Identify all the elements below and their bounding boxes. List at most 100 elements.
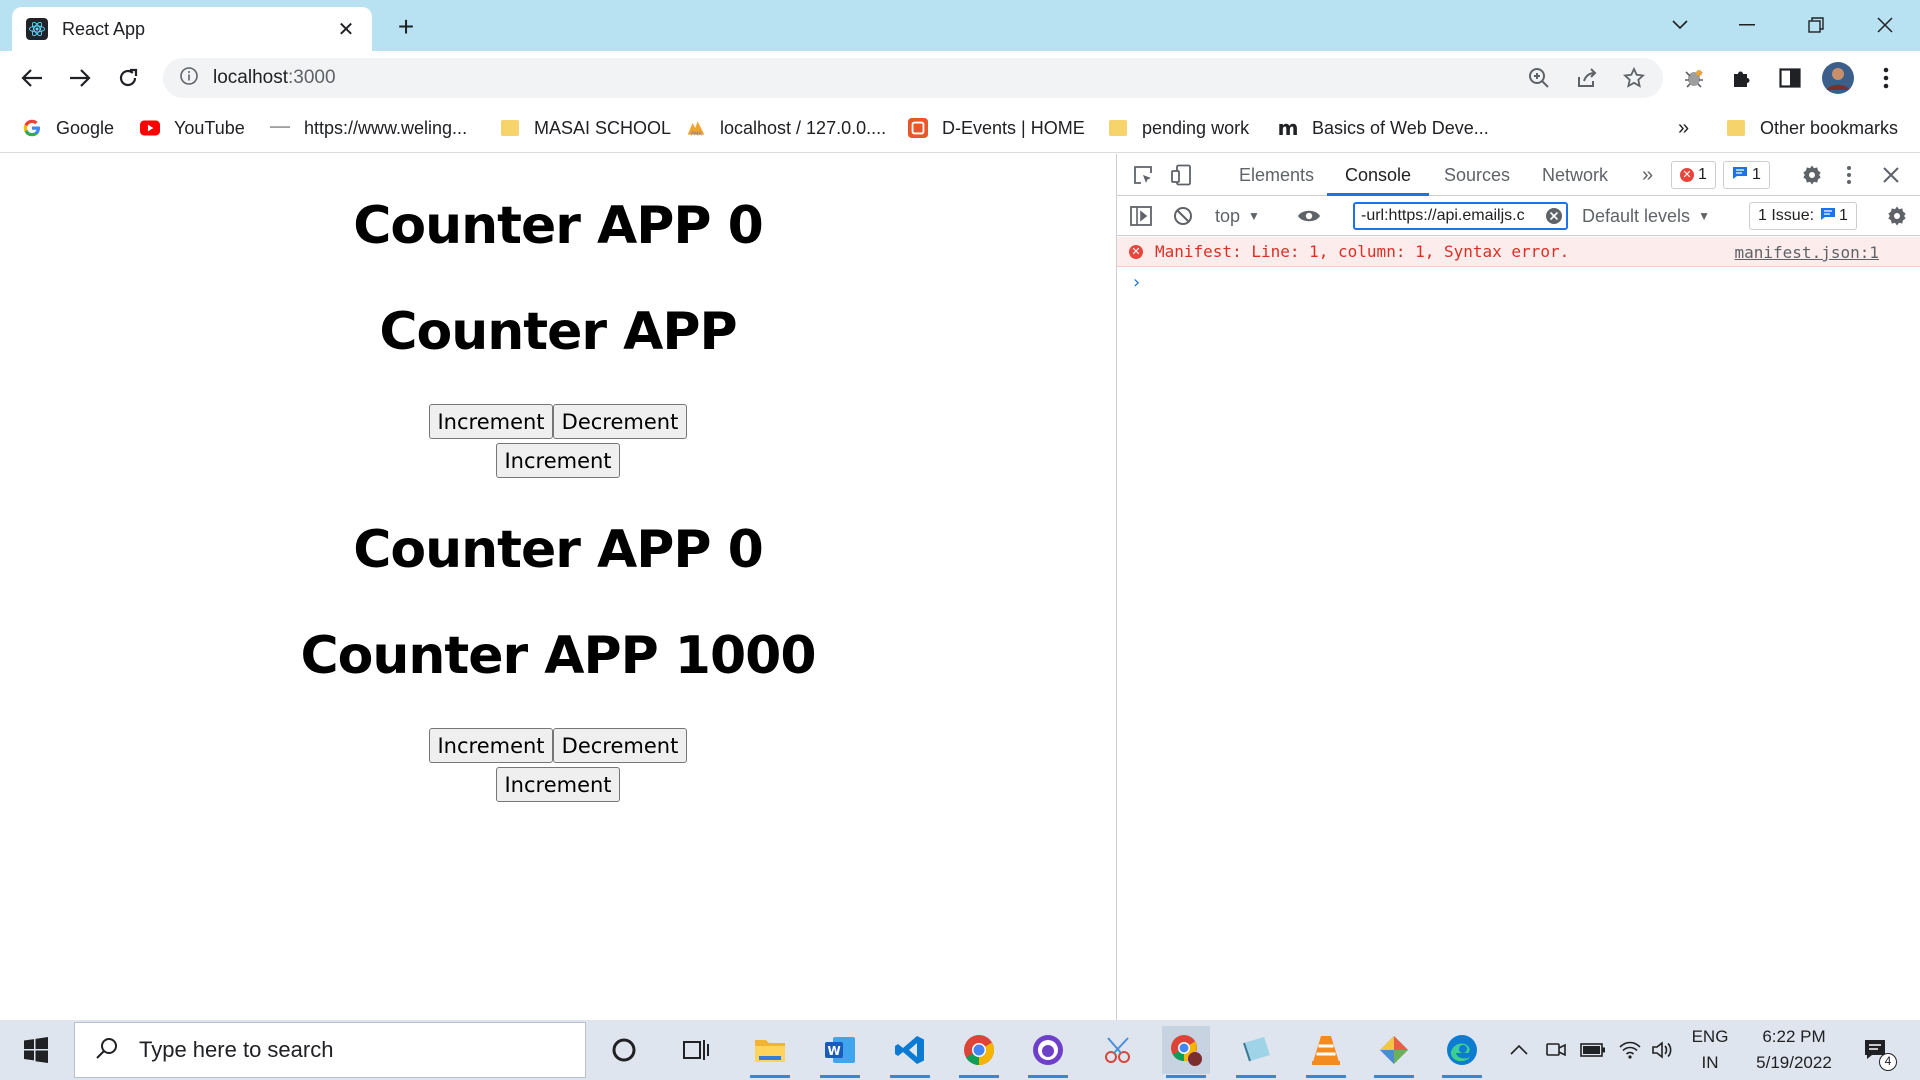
more-tabs-button[interactable]: » — [1642, 154, 1653, 196]
devtools-settings-icon[interactable] — [1796, 159, 1828, 191]
log-levels-dropdown[interactable]: Default levels ▼ — [1582, 202, 1710, 230]
browser-menu-icon[interactable] — [1870, 62, 1902, 94]
console-settings-icon[interactable] — [1881, 200, 1913, 232]
github-desktop-icon[interactable] — [1024, 1026, 1072, 1078]
bookmark-google[interactable]: Google — [22, 114, 114, 142]
extensions-puzzle-icon[interactable] — [1726, 62, 1758, 94]
chrome-icon[interactable] — [955, 1026, 1003, 1078]
share-icon[interactable] — [1573, 64, 1601, 92]
cortana-icon[interactable] — [600, 1026, 648, 1074]
side-panel-icon[interactable] — [1774, 62, 1806, 94]
extension-bug-icon[interactable] — [1678, 62, 1710, 94]
bookmark-youtube[interactable]: YouTube — [140, 114, 245, 142]
volume-icon[interactable] — [1648, 1020, 1676, 1080]
window-close-icon[interactable] — [1865, 10, 1905, 40]
decrement-button[interactable]: Decrement — [553, 404, 687, 439]
address-bar[interactable]: localhost:3000 — [163, 58, 1663, 98]
inspect-element-icon[interactable] — [1127, 159, 1159, 191]
bookmark-basics-web[interactable]: m Basics of Web Deve... — [1278, 114, 1489, 142]
windows-start-icon[interactable] — [12, 1026, 60, 1074]
notification-center-icon[interactable]: 4 — [1852, 1020, 1900, 1080]
taskbar-search-box[interactable]: Type here to search — [74, 1022, 586, 1078]
phpmyadmin-icon: PMA — [686, 118, 706, 138]
language-indicator[interactable]: ENG IN — [1684, 1020, 1736, 1080]
zoom-icon[interactable] — [1525, 64, 1553, 92]
tray-overflow-icon[interactable] — [1506, 1020, 1532, 1080]
counter-heading: Counter APP 0 — [353, 520, 764, 580]
increment-button[interactable]: Increment — [429, 404, 553, 439]
reload-icon[interactable] — [112, 62, 144, 94]
git-gui-icon[interactable] — [1370, 1026, 1418, 1078]
clock[interactable]: 6:22 PM 5/19/2022 — [1742, 1020, 1846, 1080]
profile-avatar[interactable] — [1822, 62, 1854, 94]
other-bookmarks[interactable]: Other bookmarks — [1726, 114, 1898, 142]
vlc-icon[interactable] — [1302, 1026, 1350, 1078]
dropdown-caret-icon: ▼ — [1698, 209, 1710, 223]
devtools-close-icon[interactable] — [1875, 159, 1907, 191]
live-expression-eye-icon[interactable] — [1293, 200, 1325, 232]
tab-search-icon[interactable] — [1660, 10, 1700, 40]
battery-icon[interactable] — [1578, 1020, 1608, 1080]
notepad-icon[interactable] — [1232, 1026, 1280, 1078]
bookmark-star-icon[interactable] — [1620, 64, 1648, 92]
bookmark-masai-school[interactable]: MASAI SCHOOL — [500, 114, 671, 142]
windows-taskbar: Type here to search W ENG IN 6:22 PM 5/1… — [0, 1020, 1920, 1080]
back-icon[interactable] — [16, 62, 48, 94]
clear-console-icon[interactable] — [1167, 200, 1199, 232]
tab-network[interactable]: Network — [1542, 154, 1608, 196]
url-text: localhost:3000 — [213, 67, 336, 88]
issues-button[interactable]: 1 Issue: 1 — [1749, 202, 1857, 230]
chrome-profile-icon[interactable] — [1162, 1026, 1210, 1078]
file-explorer-icon[interactable] — [746, 1026, 794, 1078]
increment-button[interactable]: Increment — [496, 443, 620, 478]
edge-icon[interactable] — [1438, 1026, 1486, 1078]
device-toolbar-icon[interactable] — [1165, 159, 1197, 191]
tab-console[interactable]: Console — [1327, 154, 1430, 196]
message-counter[interactable]: 1 — [1723, 161, 1770, 189]
clear-filter-icon[interactable] — [1545, 207, 1563, 230]
console-filter-input[interactable]: -url:https://api.emailjs.c — [1353, 202, 1568, 230]
react-icon — [26, 18, 48, 40]
issues-label: 1 Issue: — [1758, 207, 1815, 224]
error-source-link[interactable]: manifest.json:1 — [1735, 243, 1880, 262]
bookmark-pending-work[interactable]: pending work — [1108, 114, 1249, 142]
error-icon: ✕ — [1680, 168, 1694, 182]
tab-close-icon[interactable]: ✕ — [334, 17, 358, 42]
counter-heading: Counter APP — [379, 302, 737, 362]
snipping-tool-icon[interactable] — [1094, 1026, 1142, 1074]
error-icon: ✕ — [1129, 244, 1143, 259]
wifi-icon[interactable] — [1616, 1020, 1644, 1080]
word-icon[interactable]: W — [816, 1026, 864, 1078]
decrement-button[interactable]: Decrement — [553, 728, 687, 763]
sidebar-toggle-icon[interactable] — [1125, 200, 1157, 232]
bookmark-devents[interactable]: D-Events | HOME — [908, 114, 1085, 142]
meet-now-icon[interactable] — [1542, 1020, 1570, 1080]
restore-icon[interactable] — [1796, 10, 1836, 40]
devtools-menu-icon[interactable] — [1833, 159, 1865, 191]
vscode-icon[interactable] — [886, 1026, 934, 1078]
increment-button[interactable]: Increment — [429, 728, 553, 763]
increment-button[interactable]: Increment — [496, 767, 620, 802]
context-selector[interactable]: top ▼ — [1215, 202, 1260, 230]
tab-elements[interactable]: Elements — [1239, 154, 1314, 196]
issues-count: 1 — [1839, 207, 1848, 224]
error-count: 1 — [1698, 166, 1707, 183]
log-levels-label: Default levels — [1582, 205, 1691, 226]
error-counter[interactable]: ✕ 1 — [1671, 161, 1716, 189]
language-code: ENG — [1691, 1027, 1729, 1046]
region-code: IN — [1701, 1053, 1719, 1072]
issue-message-icon — [1820, 207, 1836, 226]
browser-tab[interactable]: React App ✕ — [12, 7, 372, 51]
task-view-icon[interactable] — [672, 1026, 720, 1074]
bookmarks-overflow-button[interactable]: » — [1678, 114, 1689, 142]
console-prompt[interactable]: › — [1131, 272, 1142, 293]
devtools-tab-bar: Elements Console Sources Network » ✕ 1 1 — [1117, 154, 1920, 196]
bookmark-phpmyadmin[interactable]: PMA localhost / 127.0.0.... — [686, 114, 886, 142]
bookmark-label: D-Events | HOME — [942, 117, 1085, 138]
tab-sources[interactable]: Sources — [1444, 154, 1510, 196]
site-info-icon[interactable] — [179, 66, 199, 91]
new-tab-button[interactable]: + — [390, 12, 422, 44]
bookmark-weling[interactable]: https://www.weling... — [270, 114, 467, 142]
forward-icon[interactable] — [64, 62, 96, 94]
minimize-icon[interactable] — [1727, 10, 1767, 40]
